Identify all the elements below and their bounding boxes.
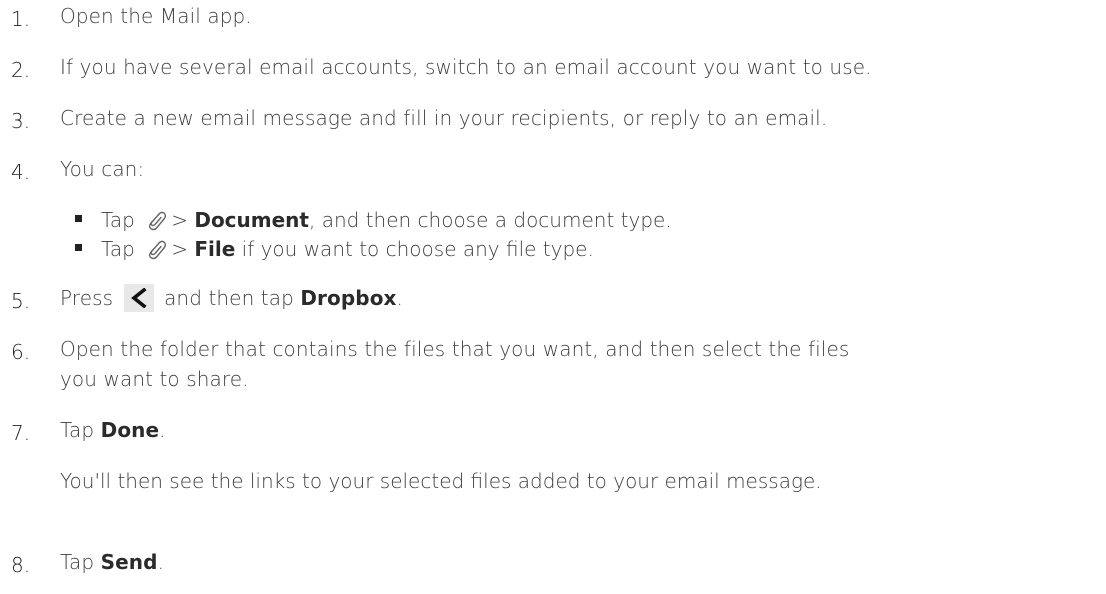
step-text: Press and then tap Dropbox.: [60, 283, 403, 314]
menu-option-file: File: [194, 237, 236, 261]
bullet-item-document: Tap > Document, and then choose a docume…: [75, 205, 672, 235]
bullet-item-file: Tap > File if you want to choose any fil…: [75, 234, 594, 264]
step-number: 4.: [11, 160, 31, 184]
step-number: 5.: [11, 289, 31, 313]
step-text: Create a new email message and fill in y…: [60, 106, 828, 130]
bullet-tap-label: Tap: [101, 208, 135, 232]
step-suffix: .: [159, 418, 166, 442]
step-note: You'll then see the links to your select…: [60, 469, 822, 493]
step-text: Open the Mail app.: [60, 4, 252, 28]
back-chevron-icon: [123, 283, 154, 312]
bullet-marker: [75, 215, 82, 222]
option-done: Done: [100, 418, 160, 442]
bullet-suffix: , and then choose a document type.: [308, 208, 672, 232]
bullet-suffix: if you want to choose any file type.: [235, 237, 594, 261]
step-suffix: .: [396, 286, 404, 310]
step-prefix: Tap: [60, 550, 101, 574]
paperclip-icon: [145, 237, 167, 261]
step-prefix: Tap: [60, 418, 101, 442]
step-number: 2.: [11, 58, 31, 82]
step-text: Tap Send.: [60, 547, 164, 577]
step-text: You can:: [60, 157, 145, 181]
step-number: 8.: [11, 553, 31, 577]
step-prefix: Press: [60, 286, 114, 310]
option-send: Send: [100, 550, 158, 574]
step-suffix: .: [157, 550, 165, 574]
step-number: 6.: [11, 340, 31, 364]
step-number: 1.: [11, 7, 31, 31]
step-text: If you have several email accounts, swit…: [60, 55, 872, 79]
step-number: 7.: [11, 421, 31, 445]
step-number: 3.: [11, 109, 31, 133]
paperclip-icon: [145, 208, 167, 232]
bullet-tap-label: Tap: [101, 237, 135, 261]
bullet-marker: [75, 244, 82, 251]
step-text-line-2: you want to share.: [60, 367, 249, 391]
step-middle: and then tap: [157, 286, 301, 310]
option-dropbox: Dropbox: [300, 286, 397, 310]
menu-option-document: Document: [194, 208, 309, 232]
separator: >: [171, 237, 188, 261]
step-text: Tap Done.: [60, 415, 166, 445]
separator: >: [171, 208, 188, 232]
step-text-line-1: Open the folder that contains the files …: [60, 337, 850, 361]
